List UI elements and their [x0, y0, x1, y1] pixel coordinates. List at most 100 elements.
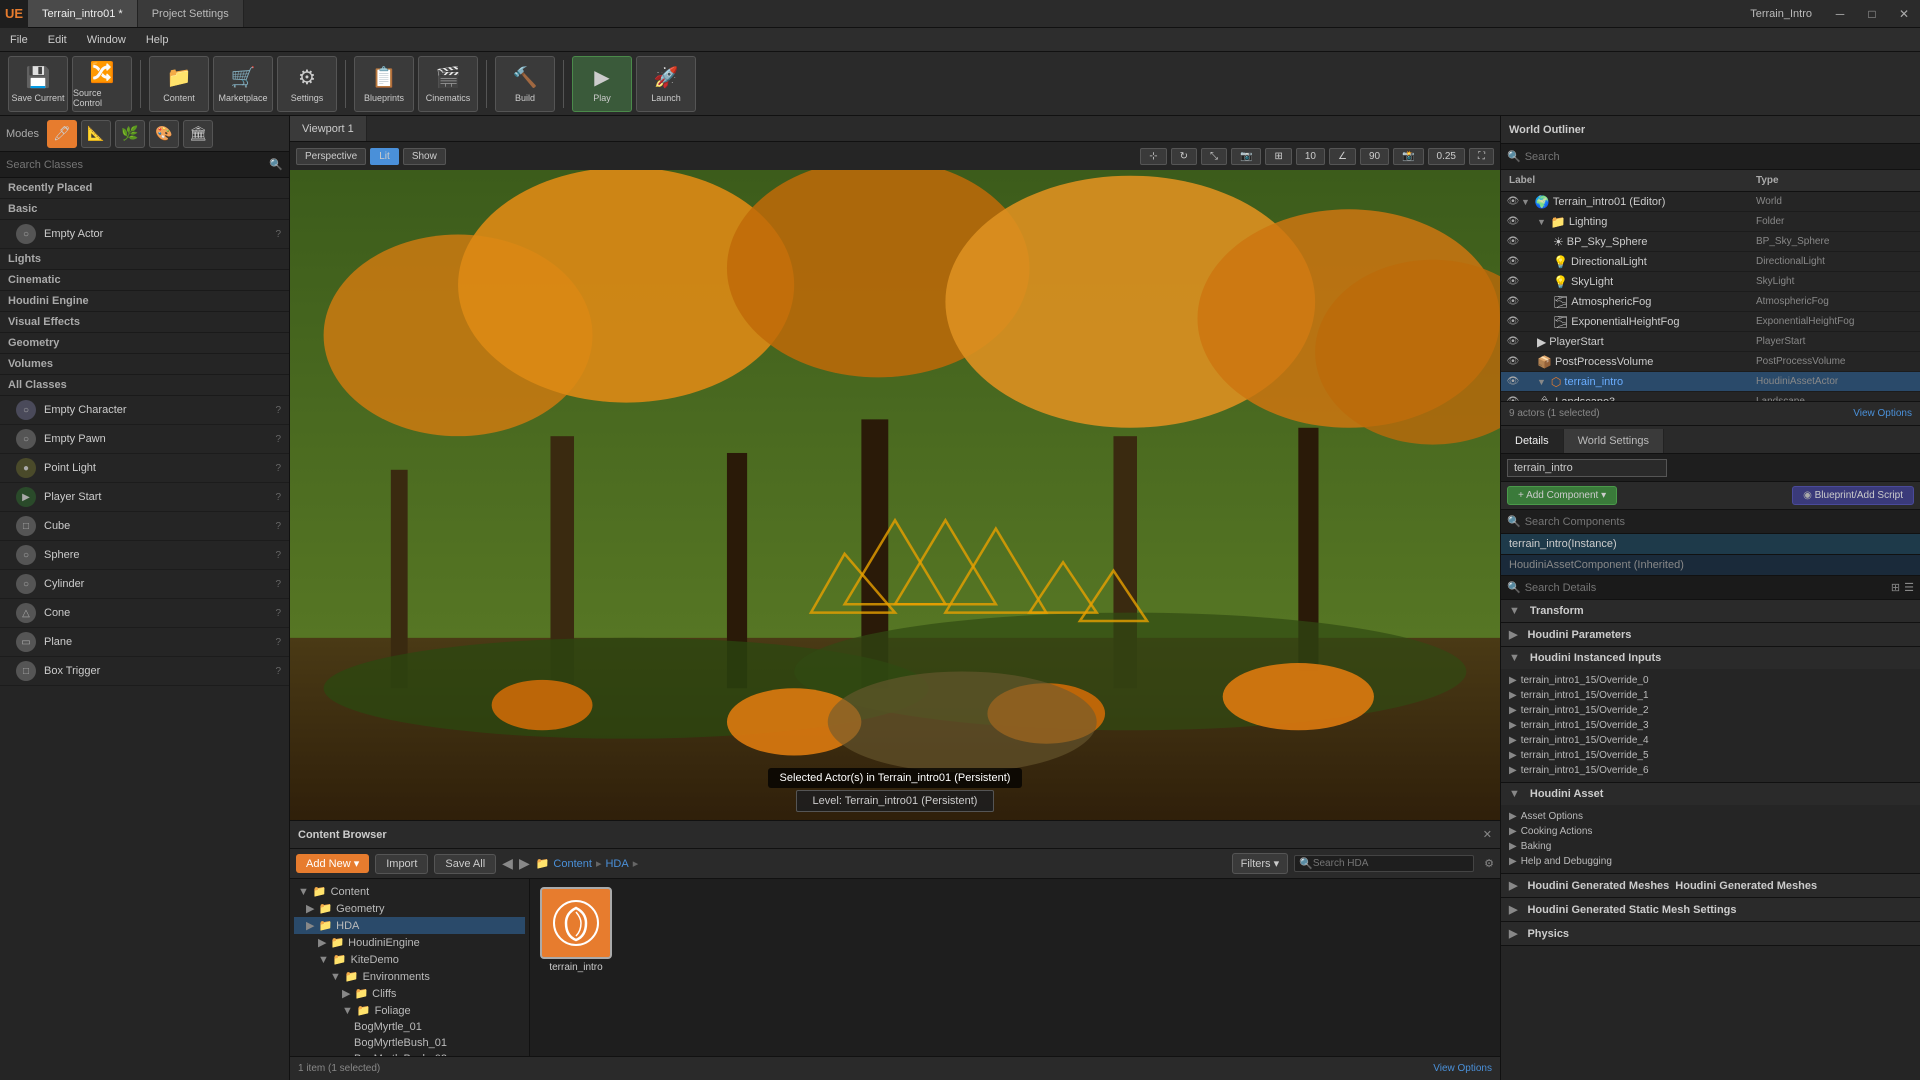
component-search-input[interactable] [1525, 516, 1914, 528]
help-debugging[interactable]: ▶ Help and Debugging [1509, 854, 1912, 869]
wo-row-directional-light[interactable]: 👁 💡 DirectionalLight DirectionalLight [1501, 252, 1920, 272]
camera-speed-button[interactable]: 📸 [1393, 148, 1423, 165]
import-button[interactable]: Import [375, 854, 428, 874]
visibility-icon-terrain-intro[interactable]: 👁 [1505, 374, 1521, 390]
content-search-input[interactable] [1313, 858, 1469, 869]
search-details-input[interactable] [1525, 582, 1891, 594]
scale-button[interactable]: ⤡ [1201, 148, 1227, 165]
maximize-viewport-button[interactable]: ⛶ [1469, 148, 1494, 165]
component-terrain-intro-instance[interactable]: terrain_intro(Instance) [1501, 534, 1920, 555]
folder-houdiniengine[interactable]: ▶ 📁 HoudiniEngine [294, 934, 525, 951]
angle-size-button[interactable]: 90 [1360, 148, 1389, 165]
list-item-empty-actor[interactable]: ○ Empty Actor ? [0, 220, 289, 249]
asset-terrain-intro[interactable]: terrain_intro [538, 887, 614, 973]
visibility-icon-landscape3[interactable]: 👁 [1505, 394, 1521, 402]
wo-row-sky-light[interactable]: 👁 💡 SkyLight SkyLight [1501, 272, 1920, 292]
marketplace-button[interactable]: 🛒 Marketplace [213, 56, 273, 112]
mode-landscape-button[interactable]: 📐 [81, 120, 111, 148]
wo-row-bp-sky-sphere[interactable]: 👁 ☀ BP_Sky_Sphere BP_Sky_Sphere [1501, 232, 1920, 252]
save-current-button[interactable]: 💾 Save Current [8, 56, 68, 112]
show-button[interactable]: Show [403, 148, 446, 165]
wo-row-terrain-intro[interactable]: 👁 ▼ ⬡ terrain_intro HoudiniAssetActor [1501, 372, 1920, 392]
det-list-icon[interactable]: ☰ [1904, 581, 1914, 594]
translate-button[interactable]: ⊹ [1140, 148, 1166, 165]
section-houdini-generated-meshes-header[interactable]: ▶ Houdini Generated Meshes Houdini Gener… [1501, 874, 1920, 897]
view-options-link[interactable]: View Options [1853, 408, 1912, 419]
list-item-sphere[interactable]: ○ Sphere ? [0, 541, 289, 570]
section-houdini-asset-header[interactable]: ▼ houdini-generated-meshes Houdini Asset [1501, 783, 1920, 805]
section-houdini-instanced-inputs-header[interactable]: ▼ Houdini Instanced Inputs [1501, 647, 1920, 669]
category-cinematic[interactable]: Cinematic [0, 270, 289, 291]
folder-bogmyrtlebush01[interactable]: BogMyrtleBush_01 [294, 1035, 525, 1051]
settings-button[interactable]: ⚙ Settings [277, 56, 337, 112]
asset-options[interactable]: ▶ Asset Options [1509, 809, 1912, 824]
section-transform-header[interactable]: ▼ Transform [1501, 600, 1920, 622]
category-volumes[interactable]: Volumes [0, 354, 289, 375]
perspective-button[interactable]: Perspective [296, 148, 366, 165]
menu-help[interactable]: Help [136, 28, 179, 51]
forward-icon[interactable]: ▶ [519, 855, 530, 872]
wo-row-world[interactable]: 👁 ▼ 🌍 Terrain_intro01 (Editor) World [1501, 192, 1920, 212]
override-2[interactable]: ▶ terrain_intro1_15/Override_2 [1509, 703, 1912, 718]
visibility-icon-world[interactable]: 👁 [1505, 194, 1521, 210]
play-button[interactable]: ▶ Play [572, 56, 632, 112]
list-item-point-light[interactable]: ● Point Light ? [0, 454, 289, 483]
wo-row-landscape3[interactable]: 👁 🏔 Landscape3 Landscape [1501, 392, 1920, 401]
list-item-cube[interactable]: □ Cube ? [0, 512, 289, 541]
list-item-plane[interactable]: ▭ Plane ? [0, 628, 289, 657]
menu-edit[interactable]: Edit [38, 28, 77, 51]
camera-button[interactable]: 📷 [1231, 148, 1261, 165]
build-button[interactable]: 🔨 Build [495, 56, 555, 112]
folder-hda[interactable]: ▶ 📁 HDA [294, 917, 525, 934]
breadcrumb-content[interactable]: Content [553, 858, 592, 870]
section-houdini-parameters-header[interactable]: ▶ Houdini Parameters [1501, 623, 1920, 646]
source-control-button[interactable]: 🔀 Source Control [72, 56, 132, 112]
content-button[interactable]: 📁 Content [149, 56, 209, 112]
visibility-icon-sky-sphere[interactable]: 👁 [1505, 234, 1521, 250]
minimize-button[interactable]: ─ [1824, 0, 1856, 28]
visibility-icon-exp-height-fog[interactable]: 👁 [1505, 314, 1521, 330]
visibility-icon-lighting[interactable]: 👁 [1505, 214, 1521, 230]
launch-button[interactable]: 🚀 Launch [636, 56, 696, 112]
tab-project-settings[interactable]: Project Settings [138, 0, 244, 27]
blueprint-add-script-button[interactable]: ◉ Blueprint/Add Script [1792, 486, 1914, 505]
cinematics-button[interactable]: 🎬 Cinematics [418, 56, 478, 112]
override-6[interactable]: ▶ terrain_intro1_15/Override_6 [1509, 763, 1912, 778]
folder-foliage[interactable]: ▼ 📁 Foliage [294, 1002, 525, 1019]
override-5[interactable]: ▶ terrain_intro1_15/Override_5 [1509, 748, 1912, 763]
category-geometry[interactable]: Geometry [0, 333, 289, 354]
list-item-cylinder[interactable]: ○ Cylinder ? [0, 570, 289, 599]
world-outliner-search-input[interactable] [1525, 151, 1914, 163]
wo-row-player-start[interactable]: 👁 ▶ PlayerStart PlayerStart [1501, 332, 1920, 352]
override-0[interactable]: ▶ terrain_intro1_15/Override_0 [1509, 673, 1912, 688]
list-item-box-trigger[interactable]: □ Box Trigger ? [0, 657, 289, 686]
folder-bogmyrtle01[interactable]: BogMyrtle_01 [294, 1019, 525, 1035]
save-all-button[interactable]: Save All [434, 854, 496, 874]
section-houdini-static-mesh-header[interactable]: ▶ Houdini Generated Static Mesh Settings [1501, 898, 1920, 921]
baking-section[interactable]: ▶ Baking [1509, 839, 1912, 854]
mode-geometry-button[interactable]: 🏛 [183, 120, 213, 148]
visibility-icon-post-process[interactable]: 👁 [1505, 354, 1521, 370]
override-1[interactable]: ▶ terrain_intro1_15/Override_1 [1509, 688, 1912, 703]
visibility-icon-atmospheric-fog[interactable]: 👁 [1505, 294, 1521, 310]
maximize-button[interactable]: □ [1856, 0, 1888, 28]
mode-place-button[interactable]: 🖊 [47, 120, 77, 148]
category-visual-effects[interactable]: Visual Effects [0, 312, 289, 333]
view-options-link[interactable]: View Options [1433, 1063, 1492, 1074]
wo-row-atmospheric-fog[interactable]: 👁 🌫 AtmosphericFog AtmosphericFog [1501, 292, 1920, 312]
close-button[interactable]: ✕ [1888, 0, 1920, 28]
menu-window[interactable]: Window [77, 28, 136, 51]
viewport[interactable]: Perspective Lit Show ⊹ ↻ ⤡ 📷 ⊞ 10 ∠ 90 📸… [290, 142, 1500, 820]
cooking-actions[interactable]: ▶ Cooking Actions [1509, 824, 1912, 839]
add-new-button[interactable]: Add New ▾ [296, 854, 369, 873]
mode-paint-button[interactable]: 🎨 [149, 120, 179, 148]
list-item-cone[interactable]: △ Cone ? [0, 599, 289, 628]
menu-file[interactable]: File [0, 28, 38, 51]
wo-row-post-process[interactable]: 👁 📦 PostProcessVolume PostProcessVolume [1501, 352, 1920, 372]
folder-geometry[interactable]: ▶ 📁 Geometry [294, 900, 525, 917]
list-item-empty-character[interactable]: ○ Empty Character ? [0, 396, 289, 425]
component-houdini-asset[interactable]: HoudiniAssetComponent (Inherited) [1501, 555, 1920, 576]
section-physics-header[interactable]: ▶ Physics [1501, 922, 1920, 945]
det-search-options-icon[interactable]: ⊞ [1891, 581, 1900, 594]
wo-row-exp-height-fog[interactable]: 👁 🌫 ExponentialHeightFog ExponentialHeig… [1501, 312, 1920, 332]
